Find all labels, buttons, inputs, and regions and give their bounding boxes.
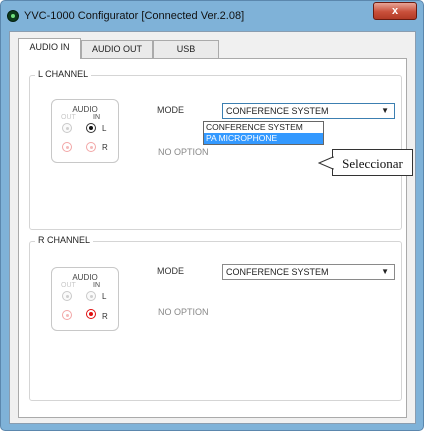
callout-box: Seleccionar <box>332 149 413 176</box>
l-mode-dropdown-list: CONFERENCE SYSTEM PA MICROPHONE <box>203 121 324 145</box>
app-icon <box>7 10 19 22</box>
callout-text: Seleccionar <box>342 156 403 171</box>
r-label: R <box>102 312 108 321</box>
l-in-radio[interactable] <box>86 123 96 133</box>
r-in-radio[interactable] <box>86 142 96 152</box>
l-in-radio[interactable] <box>86 291 96 301</box>
l-label: L <box>102 124 107 133</box>
l-out-radio <box>62 291 72 301</box>
option-pa-microphone[interactable]: PA MICROPHONE <box>204 133 323 144</box>
l-out-radio <box>62 123 72 133</box>
tab-usb[interactable]: USB <box>153 40 219 58</box>
audio-title: AUDIO <box>72 273 98 282</box>
r-in-radio[interactable] <box>86 309 96 319</box>
chevron-down-icon: ▼ <box>381 267 389 276</box>
out-label: OUT <box>61 282 76 289</box>
r-audio-box: AUDIO OUT IN L R <box>51 267 119 331</box>
audio-in-panel: L CHANNEL AUDIO OUT IN L R MODE CONFEREN… <box>18 58 407 418</box>
configurator-window: YVC-1000 Configurator [Connected Ver.2.0… <box>0 0 424 431</box>
r-out-radio <box>62 142 72 152</box>
r-mode-value: CONFERENCE SYSTEM <box>226 267 329 277</box>
r-no-option: NO OPTION <box>158 307 209 317</box>
close-button[interactable]: x <box>373 2 417 20</box>
l-audio-box: AUDIO OUT IN L R <box>51 99 119 163</box>
l-label: L <box>102 292 107 301</box>
tab-audio-in[interactable]: AUDIO IN <box>18 38 81 59</box>
callout-tail <box>318 156 334 170</box>
l-mode-select[interactable]: CONFERENCE SYSTEM ▼ <box>222 103 395 119</box>
chevron-down-icon: ▼ <box>381 106 389 115</box>
title-bar[interactable]: YVC-1000 Configurator [Connected Ver.2.0… <box>1 1 423 31</box>
in-label: IN <box>93 114 100 121</box>
client-area: AUDIO IN AUDIO OUT USB L CHANNEL AUDIO O… <box>9 31 416 424</box>
l-channel-title: L CHANNEL <box>35 69 92 79</box>
audio-title: AUDIO <box>72 105 98 114</box>
r-mode-select[interactable]: CONFERENCE SYSTEM ▼ <box>222 264 395 280</box>
tab-audio-out[interactable]: AUDIO OUT <box>81 40 153 58</box>
option-conference-system[interactable]: CONFERENCE SYSTEM <box>204 122 323 133</box>
l-mode-label: MODE <box>157 105 184 115</box>
r-mode-label: MODE <box>157 266 184 276</box>
r-out-radio <box>62 310 72 320</box>
in-label: IN <box>93 282 100 289</box>
l-mode-value: CONFERENCE SYSTEM <box>226 106 329 116</box>
l-no-option: NO OPTION <box>158 147 209 157</box>
r-channel-title: R CHANNEL <box>35 235 94 245</box>
out-label: OUT <box>61 114 76 121</box>
r-label: R <box>102 143 108 152</box>
window-title: YVC-1000 Configurator [Connected Ver.2.0… <box>24 10 245 22</box>
